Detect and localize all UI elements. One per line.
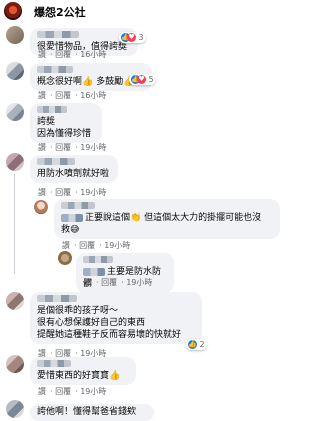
avatar[interactable] <box>6 62 24 80</box>
comment-bubble: 用防水噴劑就好啦 <box>30 155 118 183</box>
avatar[interactable] <box>6 26 24 44</box>
commenter-name[interactable] <box>37 66 73 73</box>
reaction-count[interactable]: 👍♥ 5 <box>129 74 156 85</box>
timestamp[interactable]: 19小時 <box>126 278 152 287</box>
avatar[interactable] <box>6 103 24 121</box>
comment-actions: 讚 · 回覆 · 19小時 <box>38 387 107 396</box>
reaction-count[interactable]: 👍 2 <box>186 339 207 350</box>
avatar[interactable] <box>6 292 24 310</box>
timestamp[interactable]: 19小時 <box>80 143 106 152</box>
comment-text: 因為懂得珍惜 <box>37 129 92 139</box>
timestamp[interactable]: 19小時 <box>80 188 106 197</box>
comment-text: 提醒她這種鞋子反而容易壞的快就好 <box>37 330 182 340</box>
comment-actions: 讚 · 回覆 · 16小時 <box>38 50 107 59</box>
like-reaction-icon: 👍 <box>188 340 197 349</box>
like-button[interactable]: 讚 <box>38 50 46 59</box>
comment-bubble: 誇獎 因為懂得珍惜 <box>30 103 102 143</box>
reply-button[interactable]: 回覆 <box>55 50 71 59</box>
reply-button[interactable]: 回覆 <box>55 143 71 152</box>
comment-actions: 讚 · 回覆 · 19小時 <box>38 143 107 152</box>
reply-button[interactable]: 回覆 <box>55 91 71 100</box>
reply-button[interactable]: 回覆 <box>101 278 117 287</box>
avatar[interactable] <box>34 200 48 214</box>
comment-bubble: 是個很乖的孩子呀～ 很有心想保護好自己的東西 提醒她這種鞋子反而容易壞的快就好 <box>30 292 202 344</box>
comment-actions: 讚 · 回覆 · 19小時 <box>38 188 107 197</box>
avatar[interactable] <box>58 251 72 265</box>
commenter-name[interactable] <box>37 31 79 38</box>
comment-text: 正要說這個👏 但這個太大力的掛擺可能也沒 <box>85 213 262 223</box>
comment-actions: 讚 · 回覆 · 19小時 <box>84 278 153 287</box>
avatar[interactable] <box>6 400 24 418</box>
reply-button[interactable]: 回覆 <box>55 188 71 197</box>
like-button[interactable]: 讚 <box>38 143 46 152</box>
page-avatar[interactable] <box>4 2 22 20</box>
comment-actions: 讚 · 回覆 · 19小時 <box>62 241 131 250</box>
comment-bubble: 正要說這個👏 但這個太大力的掛擺可能也沒 救😅 <box>54 199 280 239</box>
comment-bubble: 誇他啊！懂得幫爸省錢欸 <box>30 404 154 421</box>
tagged-user[interactable] <box>83 267 105 276</box>
comment-bubble: 愛惜東西的好寶寶👍 <box>30 357 136 385</box>
comment-actions: 讚 · 回覆 · 16小時 <box>38 91 107 100</box>
commenter-name[interactable] <box>37 158 75 165</box>
like-button[interactable]: 讚 <box>84 278 92 287</box>
reaction-count[interactable]: 👍♥ 3 <box>119 32 146 43</box>
timestamp[interactable]: 19小時 <box>104 241 130 250</box>
like-button[interactable]: 讚 <box>38 91 46 100</box>
timestamp[interactable]: 16小時 <box>80 50 106 59</box>
timestamp[interactable]: 16小時 <box>80 91 106 100</box>
comment-text: 用防水噴劑就好啦 <box>37 169 110 179</box>
love-reaction-icon: ♥ <box>137 75 146 84</box>
like-button[interactable]: 讚 <box>38 188 46 197</box>
comment-text: 愛惜東西的好寶寶👍 <box>37 371 121 381</box>
tagged-user[interactable] <box>61 213 83 222</box>
comment-text: 是個很乖的孩子呀～ <box>37 306 119 316</box>
commenter-name[interactable] <box>37 360 71 367</box>
comment-text: 誇他啊！懂得幫爸省錢欸 <box>37 407 137 417</box>
post-header: 爆怨2公社 <box>0 0 282 22</box>
avatar[interactable] <box>6 153 24 171</box>
reply-button[interactable]: 回覆 <box>55 387 71 396</box>
reply-button[interactable]: 回覆 <box>79 241 95 250</box>
avatar[interactable] <box>6 355 24 373</box>
comment-text: 誇獎 <box>37 117 56 127</box>
comment-text: 救😅 <box>61 225 80 235</box>
timestamp[interactable]: 19小時 <box>80 387 106 396</box>
commenter-name[interactable] <box>37 295 77 302</box>
reply-thread-line <box>14 174 15 274</box>
page-name[interactable]: 爆怨2公社 <box>34 4 86 20</box>
commenter-name[interactable] <box>61 202 95 209</box>
commenter-name[interactable] <box>37 106 67 113</box>
commenter-name[interactable] <box>83 256 113 263</box>
comment-text: 概念很好啊👍 多鼓勵👍 <box>37 77 135 87</box>
like-button[interactable]: 讚 <box>38 387 46 396</box>
comment-text: 很有心想保護好自己的東西 <box>37 318 146 328</box>
like-button[interactable]: 讚 <box>62 241 70 250</box>
love-reaction-icon: ♥ <box>127 33 136 42</box>
